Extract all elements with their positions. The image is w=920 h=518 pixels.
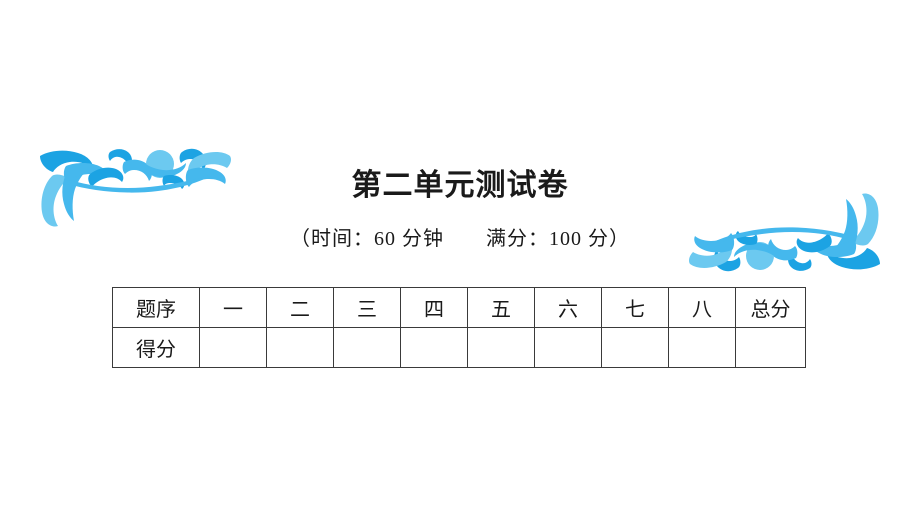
question-number-cell-8: 八 [668, 287, 736, 328]
total-score-header: 总分 [735, 287, 806, 328]
title-block: 第二单元测试卷 （时间：60 分钟 满分：100 分） [0, 168, 920, 251]
row-header-question-order: 题序 [112, 287, 200, 328]
page-title: 第二单元测试卷 [351, 169, 569, 202]
question-number-cell-1: 一 [199, 287, 267, 328]
score-input-cell-5[interactable] [467, 327, 535, 368]
exam-info-subtitle: （时间：60 分钟 满分：100 分） [290, 228, 630, 250]
table-row-scores: 得分 [112, 327, 806, 368]
test-paper-page: 第二单元测试卷 （时间：60 分钟 满分：100 分） 题序 一 二 三 四 五… [0, 0, 920, 518]
score-input-cell-3[interactable] [333, 327, 401, 368]
score-input-cell-6[interactable] [534, 327, 602, 368]
table-row-question-numbers: 题序 一 二 三 四 五 六 七 八 总分 [112, 287, 806, 328]
row-header-score: 得分 [112, 327, 200, 368]
score-input-cell-8[interactable] [668, 327, 736, 368]
question-number-cell-7: 七 [601, 287, 669, 328]
question-number-cell-5: 五 [467, 287, 535, 328]
score-table: 题序 一 二 三 四 五 六 七 八 总分 得分 [112, 287, 806, 368]
score-input-cell-2[interactable] [266, 327, 334, 368]
question-number-cell-4: 四 [400, 287, 468, 328]
score-table-container: 题序 一 二 三 四 五 六 七 八 总分 得分 [112, 287, 806, 368]
total-score-input-cell[interactable] [735, 327, 806, 368]
question-number-cell-2: 二 [266, 287, 334, 328]
score-input-cell-7[interactable] [601, 327, 669, 368]
score-input-cell-1[interactable] [199, 327, 267, 368]
question-number-cell-6: 六 [534, 287, 602, 328]
question-number-cell-3: 三 [333, 287, 401, 328]
score-input-cell-4[interactable] [400, 327, 468, 368]
